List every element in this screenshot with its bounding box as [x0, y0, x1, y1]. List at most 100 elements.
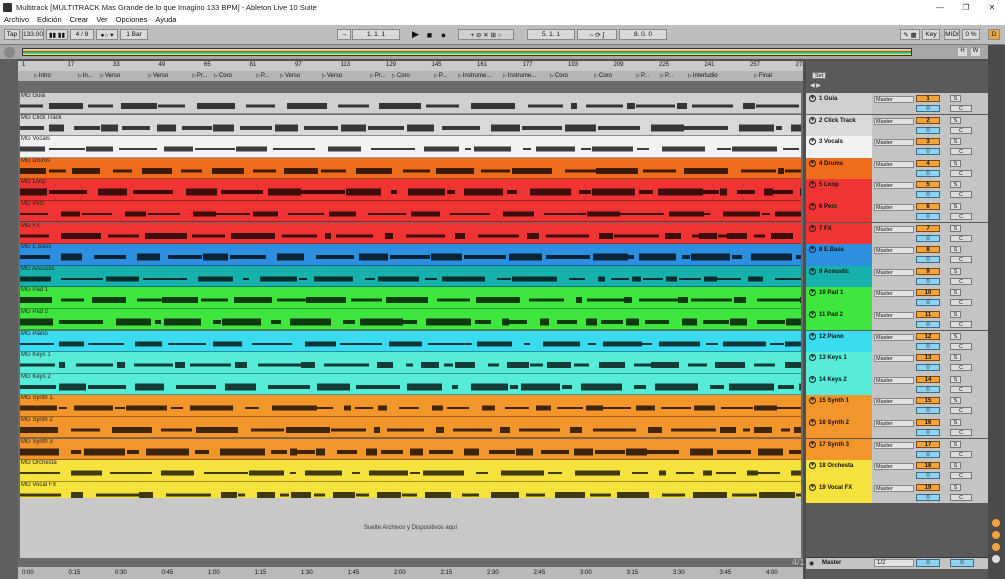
play-icon[interactable]: ▶ — [410, 29, 421, 40]
menu-ver[interactable]: Ver — [92, 15, 111, 24]
track-title[interactable]: ▾ 7 FX — [806, 222, 872, 244]
cue-button[interactable]: C — [950, 429, 972, 436]
output-routing-select[interactable]: Master — [874, 376, 914, 384]
volume-field[interactable]: 0 — [916, 385, 940, 393]
menu-opciones[interactable]: Opciones — [112, 15, 152, 24]
solo-button[interactable]: S — [950, 289, 961, 297]
output-routing-select[interactable]: Master — [874, 484, 914, 492]
track-lane[interactable]: MG E.Bass — [20, 244, 801, 266]
loop-start-field[interactable]: 5. 1. 1 — [527, 29, 575, 40]
locator[interactable]: Verso — [100, 73, 120, 79]
locator[interactable]: In... — [78, 73, 93, 79]
draw-mode-icon[interactable]: ✎ ▦ — [900, 29, 920, 40]
time-ruler[interactable]: 0:00 0:15 0:30 0:45 1:00 1:15 1:30 1:45 2:00 2:15… — [18, 567, 803, 579]
track-lane[interactable]: MG Guia — [20, 93, 801, 115]
track-title[interactable]: ▾ 3 Vocals — [806, 136, 872, 158]
track-header[interactable]: ▾ 18 Orchesta Master 18 0 S C — [806, 460, 988, 482]
fold-icon[interactable]: ▾ — [809, 159, 816, 167]
fold-icon[interactable]: ▾ — [809, 246, 816, 254]
arrangement-overview[interactable]: H W — [0, 45, 1005, 59]
output-routing-select[interactable]: Master — [874, 268, 914, 276]
track-title[interactable]: ▾ 4 Drums — [806, 157, 872, 180]
solo-button[interactable]: S — [950, 116, 961, 124]
solo-button[interactable]: S — [950, 203, 961, 210]
output-routing-select[interactable]: Master — [874, 160, 914, 168]
output-routing-select[interactable]: Master — [874, 247, 914, 255]
locator[interactable]: Pr... — [192, 73, 208, 79]
cue-button[interactable]: C — [950, 472, 972, 480]
record-arm-icon[interactable] — [992, 519, 1000, 527]
volume-field[interactable]: 0 — [916, 407, 940, 415]
output-routing-select[interactable]: Master — [874, 96, 914, 103]
track-title[interactable]: ▾ 14 Keys 2 — [806, 373, 872, 396]
locator[interactable]: Coro — [214, 73, 232, 79]
locator-bar[interactable]: Intro In... Verso Verso Pr... Coro P... Verso Ve… — [18, 71, 803, 82]
volume-field[interactable]: 0 — [916, 364, 940, 372]
track-lane[interactable]: MG FX — [20, 222, 801, 244]
track-title[interactable]: ▾ 17 Synth 3 — [806, 438, 872, 460]
locator[interactable]: P... — [256, 73, 269, 79]
track-lane[interactable]: MG Acoustic — [20, 265, 801, 288]
locator[interactable]: Intro — [34, 73, 51, 79]
track-header[interactable]: ▾ 19 Vocal FX Master 19 0 S C — [806, 481, 988, 504]
record-icon[interactable]: ● — [438, 29, 449, 40]
cue-button[interactable]: C — [950, 126, 972, 134]
cue-button[interactable]: C — [950, 277, 972, 285]
solo-button[interactable]: S — [950, 440, 961, 448]
track-title[interactable]: ▾ 18 Orchesta — [806, 460, 872, 482]
menu-crear[interactable]: Crear — [66, 15, 93, 24]
menu-archivo[interactable]: Archivo — [0, 15, 33, 24]
track-header[interactable]: ▾ 10 Pad 1 Master 10 0 S C — [806, 287, 988, 309]
fold-icon[interactable]: ▾ — [809, 203, 816, 210]
overview-toggle-icon[interactable] — [4, 47, 15, 58]
solo-button[interactable]: S — [950, 246, 961, 254]
locator[interactable]: Pr... — [370, 73, 386, 79]
track-activator[interactable]: 11 — [916, 311, 940, 318]
volume-field[interactable]: 0 — [916, 299, 940, 307]
solo-button[interactable]: S — [950, 397, 961, 405]
time-signature-field[interactable]: 4 / 8 — [70, 29, 94, 40]
fold-icon[interactable]: ▾ — [809, 483, 816, 491]
fold-icon[interactable]: ▾ — [809, 311, 816, 318]
locator[interactable]: P... — [660, 73, 673, 79]
output-routing-select[interactable]: Master — [874, 441, 914, 449]
track-header[interactable]: ▾ 3 Vocals Master 3 0 S C — [806, 136, 988, 158]
track-title[interactable]: ▾ 19 Vocal FX — [806, 481, 872, 504]
track-activator[interactable]: 14 — [916, 375, 940, 383]
cue-button[interactable]: C — [950, 450, 972, 458]
solo-button[interactable]: S — [950, 224, 961, 232]
locator[interactable]: Instrume... — [503, 73, 536, 79]
track-activator[interactable]: 18 — [916, 462, 940, 470]
overdub-icon[interactable] — [992, 543, 1000, 551]
fold-icon[interactable]: ▾ — [809, 138, 816, 146]
track-title[interactable]: ▾ 1 Guia — [806, 93, 872, 115]
track-header[interactable]: ▾ 5 Loop Master 5 0 S C — [806, 179, 988, 201]
track-title[interactable]: ▾ 9 Acoustic — [806, 265, 872, 288]
volume-field[interactable]: 0 — [916, 105, 940, 112]
close-button[interactable]: ✕ — [979, 0, 1005, 14]
arrangement-view[interactable]: 1 17 33 49 65 81 97 113 129 145 161 177 193 209 225 241… — [18, 61, 803, 567]
cue-button[interactable]: C — [950, 342, 972, 350]
output-routing-select[interactable]: Master — [874, 182, 914, 190]
output-routing-select[interactable]: Master — [874, 355, 914, 363]
solo-button[interactable]: S — [950, 462, 961, 470]
track-activator[interactable]: 16 — [916, 419, 940, 426]
track-title[interactable]: ▾ 10 Pad 1 — [806, 287, 872, 309]
track-lane[interactable]: MG Keys 1 — [20, 352, 801, 374]
track-header[interactable]: ▾ 17 Synth 3 Master 17 0 S C — [806, 438, 988, 460]
track-lane[interactable]: MG Synth 1 — [20, 395, 801, 417]
solo-button[interactable]: S — [950, 483, 961, 491]
follow-icon[interactable]: → — [337, 29, 351, 40]
track-title[interactable]: ▾ 5 Loop — [806, 179, 872, 201]
track-activator[interactable]: 13 — [916, 354, 940, 362]
cue-button[interactable]: C — [950, 256, 972, 264]
session-record-icon[interactable] — [992, 531, 1000, 539]
h-button[interactable]: H — [958, 48, 967, 56]
cue-button[interactable]: C — [950, 364, 972, 372]
track-activator[interactable]: 10 — [916, 289, 940, 297]
solo-button[interactable]: S — [950, 311, 961, 318]
track-lane[interactable]: MG Synth 3 — [20, 438, 801, 460]
solo-button[interactable]: S — [950, 375, 961, 383]
stop-icon[interactable]: ■ — [424, 29, 435, 40]
fold-icon[interactable]: ▾ — [809, 419, 816, 426]
